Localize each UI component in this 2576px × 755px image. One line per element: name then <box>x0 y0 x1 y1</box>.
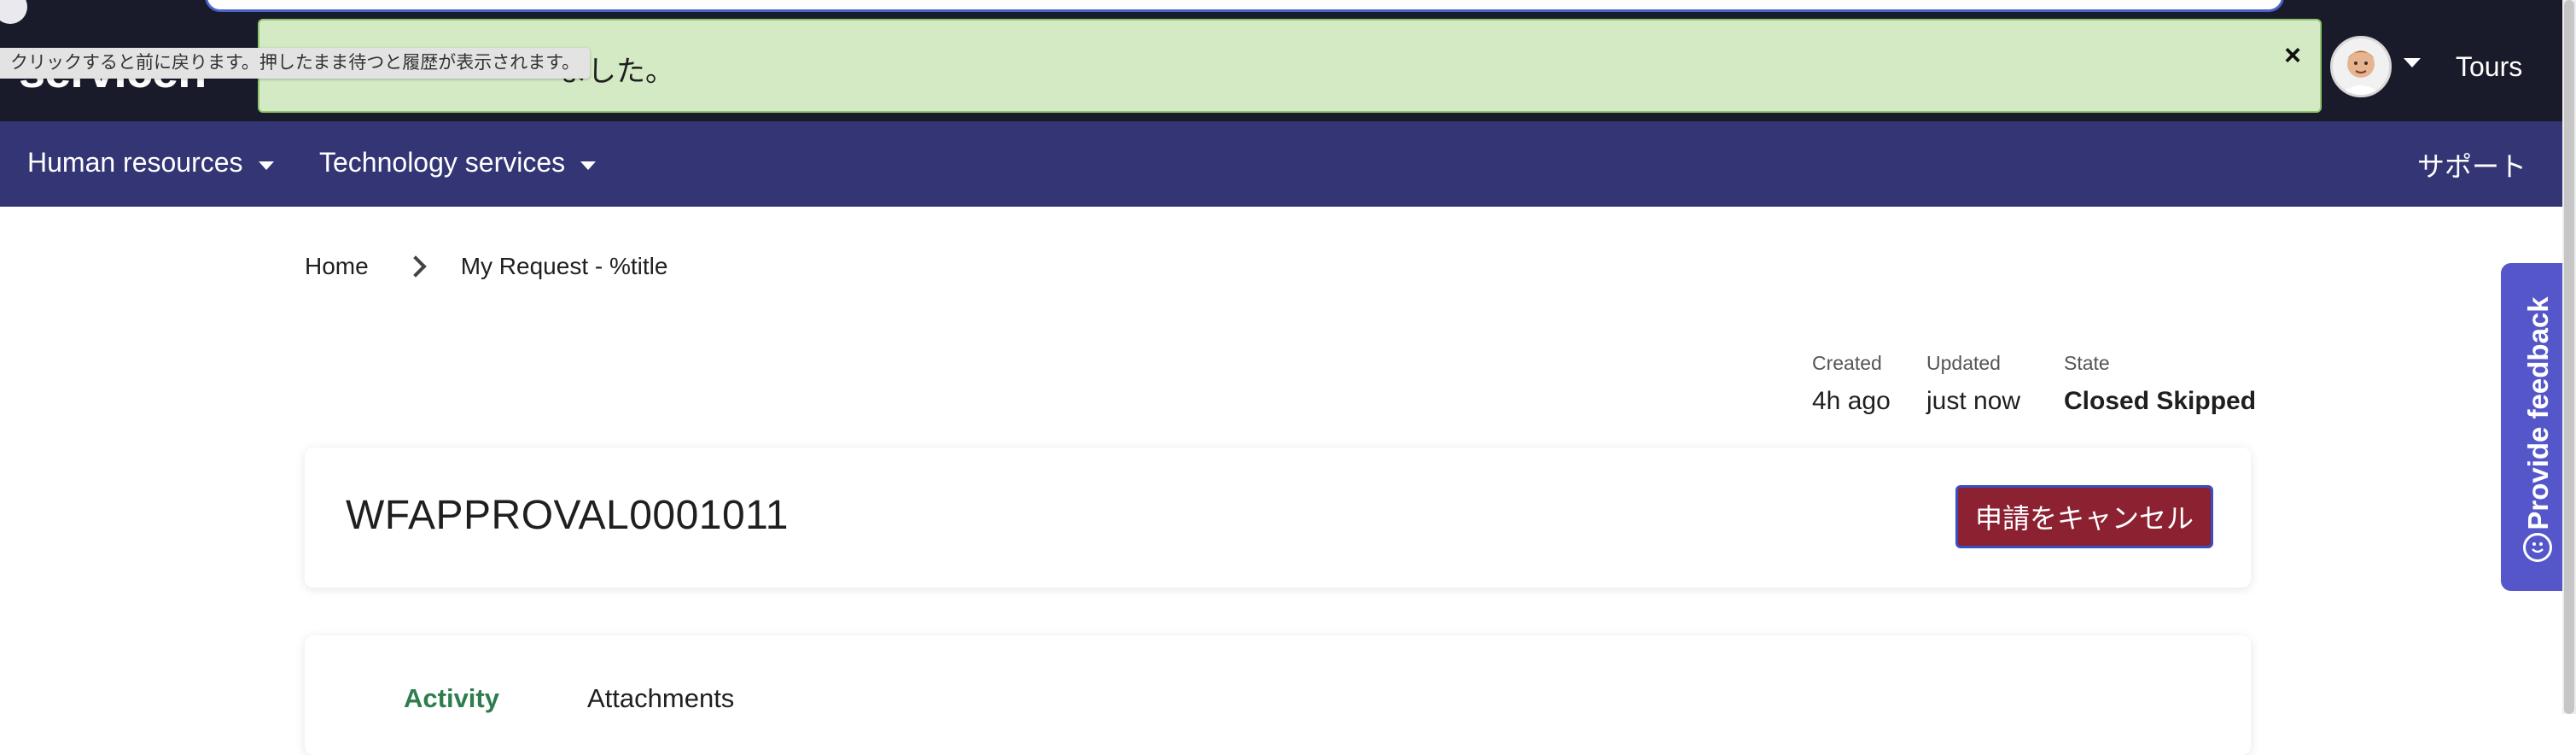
address-bar[interactable] <box>205 0 2284 12</box>
tab-activity[interactable]: Activity <box>404 683 499 714</box>
chevron-down-icon <box>258 161 274 170</box>
tabs-card: Activity Attachments <box>305 635 2251 755</box>
meta-state: State Closed Skipped <box>2064 352 2256 416</box>
breadcrumb-current: My Request - %title <box>460 253 668 279</box>
top-header: servicen クリックすると前に戻ります。押したまま待つと履歴が表示されます… <box>0 0 2576 121</box>
back-button-tooltip: クリックすると前に戻ります。押したまま待つと履歴が表示されます。 <box>0 48 591 79</box>
chevron-down-icon[interactable] <box>2404 58 2421 67</box>
created-label: Created <box>1812 352 1882 374</box>
nav-technology-services[interactable]: Technology services <box>319 147 597 179</box>
nav-item-label: Technology services <box>319 147 566 178</box>
nav-item-label: Human resources <box>27 147 243 178</box>
close-icon[interactable]: × <box>2284 39 2301 73</box>
updated-value: just now <box>1926 387 2021 415</box>
created-value: 4h ago <box>1812 387 1891 415</box>
main-nav: Human resources Technology services サポート <box>0 121 2576 207</box>
breadcrumb-home[interactable]: Home <box>305 253 369 280</box>
smiley-icon <box>2523 533 2552 562</box>
nav-support[interactable]: サポート <box>2417 145 2526 184</box>
updated-label: Updated <box>1926 352 2001 374</box>
scrollbar[interactable] <box>2562 0 2576 714</box>
state-label: State <box>2064 352 2110 374</box>
breadcrumb: Home My Request - %title <box>305 253 667 280</box>
tours-link[interactable]: Tours <box>2456 51 2522 83</box>
scrollbar-thumb[interactable] <box>2564 0 2574 714</box>
chevron-right-icon <box>404 255 427 278</box>
state-value: Closed Skipped <box>2064 387 2257 415</box>
user-avatar[interactable] <box>2330 36 2392 97</box>
cancel-request-button[interactable]: 申請をキャンセル <box>1955 485 2213 548</box>
meta-created: Created 4h ago <box>1812 352 1891 416</box>
browser-button[interactable] <box>0 0 27 24</box>
request-number: WFAPPROVAL0001011 <box>346 493 789 538</box>
tab-attachments[interactable]: Attachments <box>587 683 734 714</box>
meta-updated: Updated just now <box>1926 352 2020 416</box>
chevron-down-icon <box>580 161 597 170</box>
feedback-label: Provide feedback <box>2522 296 2554 530</box>
nav-human-resources[interactable]: Human resources <box>27 147 274 179</box>
request-header-card: WFAPPROVAL0001011 申請をキャンセル <box>305 448 2251 588</box>
